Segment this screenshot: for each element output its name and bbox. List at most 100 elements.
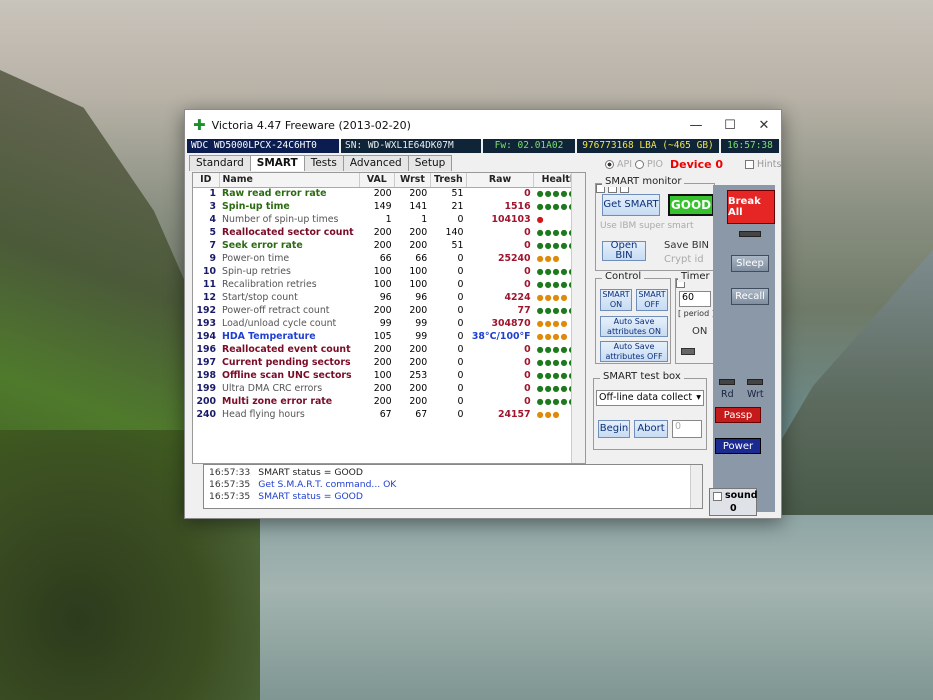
test-value-field[interactable]: 0 — [672, 420, 702, 438]
autosave-off-button[interactable]: Auto Save attributes OFF — [600, 341, 668, 362]
cell-tresh: 0 — [457, 370, 464, 381]
maximize-button[interactable]: ☐ — [713, 118, 747, 133]
cell-val: 105 — [373, 331, 392, 342]
col-name[interactable]: Name — [219, 173, 360, 188]
close-button[interactable]: ✕ — [747, 118, 781, 133]
table-row[interactable]: 4 Number of spin-up times 1 1 0 104103 ● — [193, 213, 585, 226]
table-row[interactable]: 192 Power-off retract count 200 200 0 77 ●●●●● — [193, 304, 585, 317]
power-button[interactable]: Power — [715, 438, 761, 454]
col-wrst[interactable]: Wrst — [394, 173, 431, 188]
cell-tresh: 0 — [457, 266, 464, 277]
table-row[interactable]: 240 Head flying hours 67 67 0 24157 ●●● — [193, 408, 585, 421]
table-row[interactable]: 199 Ultra DMA CRC errors 200 200 0 0 ●●●●● — [193, 382, 585, 395]
table-row[interactable]: 7 Seek error rate 200 200 51 0 ●●●●● — [193, 239, 585, 252]
cell-name: Start/stop count — [222, 292, 298, 303]
col-tresh[interactable]: Tresh — [430, 173, 467, 188]
log-scrollbar[interactable] — [690, 465, 702, 508]
drive-lba: 976773168 LBA (~465 GB) — [577, 139, 719, 153]
drive-model[interactable]: WDC WD5000LPCX-24C6HT0 — [187, 139, 339, 153]
table-row[interactable]: 196 Reallocated event count 200 200 0 0 ●●●●● — [193, 343, 585, 356]
autosave-on-button[interactable]: Auto Save attributes ON — [600, 316, 668, 337]
title-bar[interactable]: ✚ Victoria 4.47 Freeware (2013-02-20) — … — [185, 110, 781, 140]
cell-name: Spin-up retries — [222, 266, 291, 277]
log-line: 16:57:35 Get S.M.A.R.T. command... OK — [209, 479, 397, 490]
cell-val: 1 — [385, 214, 392, 225]
sound-checkbox[interactable] — [713, 492, 722, 501]
rd-indicator — [719, 379, 735, 385]
pio-radio[interactable] — [635, 160, 645, 169]
table-row[interactable]: 11 Recalibration retries 100 100 0 0 ●●●●● — [193, 278, 585, 291]
col-raw[interactable]: Raw — [466, 173, 535, 188]
table-row[interactable]: 194 HDA Temperature 105 99 0 38°C/100°F ●●●● — [193, 330, 585, 343]
col-val[interactable]: VAL — [359, 173, 396, 188]
cell-tresh: 0 — [457, 292, 464, 303]
clock: 16:57:38 — [721, 139, 779, 153]
passp-button[interactable]: Passp — [715, 407, 761, 423]
smart-status-badge: GOOD — [668, 194, 714, 216]
hints-toggle[interactable]: Hints — [745, 159, 781, 170]
table-row[interactable]: 5 Reallocated sector count 200 200 140 0 ●●●●● — [193, 226, 585, 239]
cell-wrst: 1 — [421, 214, 428, 225]
break-all-button[interactable]: Break All — [727, 190, 775, 224]
tab-tests[interactable]: Tests — [303, 155, 344, 171]
sound-box: sound 0 — [709, 488, 758, 516]
sleep-button[interactable]: Sleep — [731, 255, 769, 272]
table-scrollbar[interactable] — [571, 173, 585, 463]
control-title: Control — [602, 271, 645, 282]
get-smart-button[interactable]: Get SMART — [602, 194, 660, 216]
table-row[interactable]: 197 Current pending sectors 200 200 0 0 ●●●●● — [193, 356, 585, 369]
cell-name: Multi zone error rate — [222, 396, 333, 407]
smart-off-button[interactable]: SMART OFF — [636, 289, 668, 311]
smart-attributes-table: ID Name VAL Wrst Tresh Raw Health 1 Raw r… — [192, 172, 586, 464]
cell-wrst: 67 — [415, 409, 428, 420]
table-row[interactable]: 3 Spin-up time 149 141 21 1516 ●●●●● — [193, 200, 585, 213]
cell-id: 196 — [196, 344, 217, 355]
cell-tresh: 0 — [457, 383, 464, 394]
open-bin-button[interactable]: Open BIN — [602, 241, 646, 261]
cell-wrst: 253 — [409, 370, 428, 381]
smart-on-button[interactable]: SMART ON — [600, 289, 632, 311]
tab-advanced[interactable]: Advanced — [342, 155, 409, 171]
recall-button[interactable]: Recall — [731, 288, 769, 305]
table-row[interactable]: 9 Power-on time 66 66 0 25240 ●●● — [193, 252, 585, 265]
cell-tresh: 140 — [445, 227, 464, 238]
col-id[interactable]: ID — [193, 173, 220, 188]
cell-val: 96 — [379, 292, 392, 303]
ibm-super-smart-label: Use IBM super smart — [600, 221, 694, 231]
cell-raw: 0 — [524, 370, 531, 381]
timer-input[interactable]: 60 — [679, 291, 711, 307]
table-row[interactable]: 12 Start/stop count 96 96 0 4224 ●●●● — [193, 291, 585, 304]
cell-name: Reallocated sector count — [222, 227, 354, 238]
cell-name: Head flying hours — [222, 409, 305, 420]
cell-id: 240 — [196, 409, 217, 420]
tab-smart[interactable]: SMART — [249, 155, 305, 171]
timer-panel: Timer 60 [ period ] ON — [675, 271, 715, 364]
api-radio[interactable] — [605, 160, 614, 169]
cell-name: Reallocated event count — [222, 344, 351, 355]
cell-name: Power-on time — [222, 253, 290, 264]
cell-tresh: 0 — [457, 357, 464, 368]
tab-setup[interactable]: Setup — [407, 155, 453, 171]
hints-checkbox[interactable] — [745, 160, 754, 169]
cell-raw: 77 — [517, 305, 531, 316]
tab-standard[interactable]: Standard — [189, 155, 251, 171]
cell-wrst: 200 — [409, 188, 428, 200]
table-row[interactable]: 198 Offline scan UNC sectors 100 253 0 0 ●●●●● — [193, 369, 585, 382]
cell-name: Ultra DMA CRC errors — [222, 383, 323, 394]
abort-button[interactable]: Abort — [634, 420, 668, 438]
cell-wrst: 96 — [415, 292, 428, 303]
event-log: 16:57:33 SMART status = GOOD 16:57:35 Get … — [203, 464, 703, 509]
table-row[interactable]: 1 Raw read error rate 200 200 51 0 ●●●●● — [193, 187, 585, 200]
drive-serial: SN: WD-WXL1E64DK07M — [341, 139, 481, 153]
table-row[interactable]: 193 Load/unload cycle count 99 99 0 304870 ●●●… — [193, 317, 585, 330]
test-type-select[interactable]: Off-line data collect ▾ — [596, 390, 704, 406]
cell-wrst: 200 — [409, 305, 428, 316]
begin-button[interactable]: Begin — [598, 420, 630, 438]
cell-val: 200 — [373, 305, 392, 316]
minimize-button[interactable]: — — [679, 118, 713, 133]
cell-id: 9 — [209, 253, 217, 264]
table-row[interactable]: 200 Multi zone error rate 200 200 0 0 ●●●●● — [193, 395, 585, 408]
chevron-down-icon[interactable]: ▾ — [696, 391, 701, 405]
cell-tresh: 51 — [451, 188, 464, 200]
table-row[interactable]: 10 Spin-up retries 100 100 0 0 ●●●●● — [193, 265, 585, 278]
